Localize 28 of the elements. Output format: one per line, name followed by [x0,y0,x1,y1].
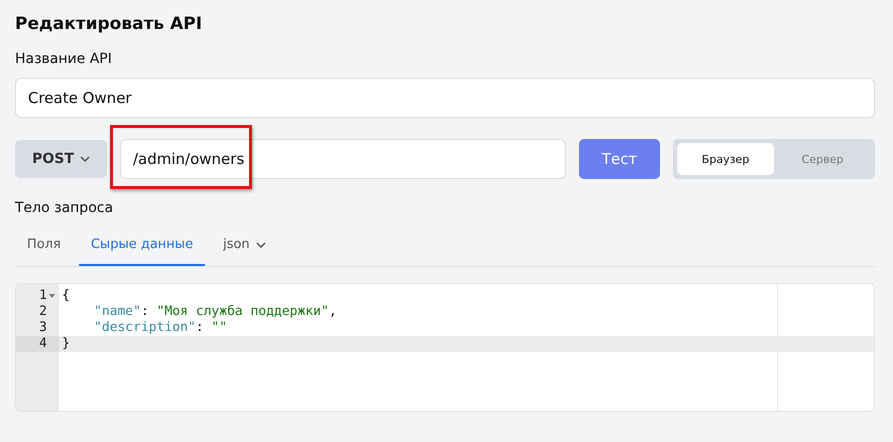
code-token: "" [211,320,228,335]
body-tab[interactable]: Поля [15,225,73,266]
api-name-field[interactable]: Create Owner [15,78,875,118]
code-token: : [140,304,150,319]
test-button[interactable]: Тест [579,139,660,179]
line-number: 2 [39,304,47,320]
caret-icon [80,156,90,162]
code-token: "name" [94,304,141,319]
field-label: Название API [15,50,113,68]
line-number: 4 [39,336,47,352]
line-number: 3 [39,320,47,336]
code-token: { [62,288,70,303]
code-token: : [196,320,205,335]
code-token: } [62,336,70,351]
mode-option[interactable]: Браузер [677,143,774,175]
body-tab[interactable]: json [211,225,278,266]
url-field[interactable]: /admin/owners [120,139,566,179]
code-token: "description" [94,320,196,335]
section-label: Тело запроса [15,199,114,217]
code-editor[interactable]: 1 2 3 4 { "name": "Моя служба поддержки", "description": "" } [15,283,875,412]
code-token: , [328,304,337,319]
code-token: "Моя служба поддержки" [156,304,329,319]
caret-icon [256,242,266,248]
page-title: Редактировать API [15,13,204,36]
fold-icon[interactable] [49,293,55,299]
line-number: 1 [39,288,47,304]
method-dropdown[interactable]: POST [15,140,107,178]
body-tab[interactable]: Сырые данные [78,225,206,266]
